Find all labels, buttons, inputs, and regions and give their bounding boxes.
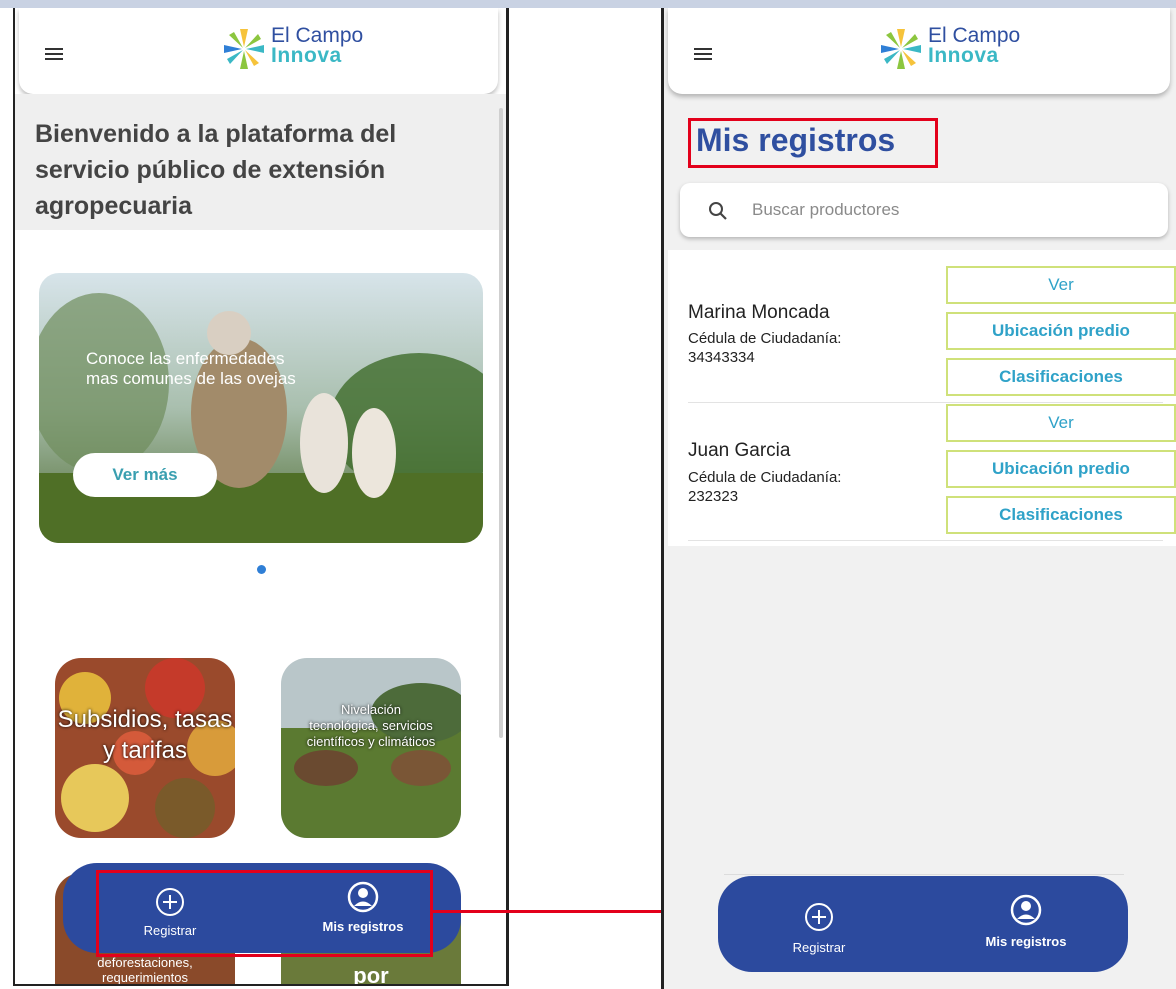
menu-icon[interactable] [45, 48, 63, 60]
records-screen: El Campo Innova Mis registros Marina Mon… [661, 8, 1176, 989]
welcome-title: Bienvenido a la plataforma del servicio … [35, 120, 397, 220]
screenshot-canvas: El Campo Innova Bienvenido a la platafor… [0, 0, 1176, 989]
producer-name: Juan Garcia [688, 440, 791, 461]
brand-line-1: El Campo [928, 24, 1021, 47]
classifications-button[interactable]: Clasificaciones [946, 358, 1176, 396]
view-button[interactable]: Ver [946, 266, 1176, 304]
see-more-button[interactable]: Ver más [73, 453, 217, 497]
row-divider [688, 540, 1163, 541]
tile-partial-right-label: por [353, 963, 389, 986]
scrollbar[interactable] [499, 108, 503, 738]
tile-nivelacion-label: Nivelación tecnológica, servicios cientí… [306, 702, 436, 749]
document-type: Cédula de Ciudadanía: [688, 330, 842, 347]
brand-line-2: Innova [928, 44, 999, 67]
app-bar: El Campo Innova [19, 8, 498, 94]
view-button[interactable]: Ver [946, 404, 1176, 442]
carousel-indicator-dot[interactable] [257, 565, 266, 574]
home-screen: El Campo Innova Bienvenido a la platafor… [13, 8, 509, 986]
list-item[interactable]: Juan Garcia Cédula de Ciudadanía: 232323… [688, 398, 1176, 546]
tile-subsidios[interactable]: Subsidios, tasas y tarifas [55, 658, 235, 838]
search-input[interactable] [752, 198, 1132, 222]
document-number: 232323 [688, 488, 739, 505]
nav-my-records-label: Mis registros [985, 934, 1067, 949]
records-list: Marina Moncada Cédula de Ciudadanía: 343… [668, 250, 1176, 546]
nav-my-records[interactable]: Mis registros [966, 894, 1086, 949]
carousel-slide[interactable]: Conoce las enfermedades mas comunes de l… [39, 273, 483, 543]
tile-nivelacion[interactable]: Nivelación tecnológica, servicios cientí… [281, 658, 461, 838]
account-circle-icon [1010, 894, 1042, 926]
tile-partial-left-label: deforestaciones, requerimientos [97, 955, 193, 985]
brand-flower-icon [881, 29, 921, 69]
menu-icon[interactable] [694, 48, 712, 60]
search-icon [709, 202, 727, 220]
document-type: Cédula de Ciudadanía: [688, 469, 842, 486]
brand-flower-icon [224, 29, 264, 69]
list-item[interactable]: Marina Moncada Cédula de Ciudadanía: 343… [688, 250, 1176, 398]
nav-divider [724, 874, 1124, 875]
bottom-nav: Registrar Mis registros [718, 876, 1128, 972]
app-bar: El Campo Innova [668, 8, 1170, 94]
producer-name: Marina Moncada [688, 302, 830, 323]
highlight-box-title [688, 118, 938, 168]
add-circle-icon [805, 903, 833, 931]
highlight-box-nav [96, 870, 433, 957]
location-button[interactable]: Ubicación predio [946, 450, 1176, 488]
brand-logo: El Campo Innova [878, 24, 1021, 72]
search-bar[interactable] [680, 183, 1168, 237]
location-button[interactable]: Ubicación predio [946, 312, 1176, 350]
tile-subsidios-label: Subsidios, tasas y tarifas [57, 706, 233, 764]
document-number: 34343334 [688, 349, 755, 366]
nav-register-label: Registrar [792, 940, 846, 955]
brand-line-2: Innova [271, 44, 342, 67]
nav-register[interactable]: Registrar [774, 902, 864, 955]
welcome-banner: Bienvenido a la plataforma del servicio … [15, 94, 506, 230]
top-strip [0, 0, 1176, 8]
carousel-caption: Conoce las enfermedades mas comunes de l… [86, 349, 296, 388]
brand-line-1: El Campo [271, 24, 364, 47]
sheep-photo [39, 273, 483, 543]
classifications-button[interactable]: Clasificaciones [946, 496, 1176, 534]
brand-logo: El Campo Innova [221, 24, 364, 72]
